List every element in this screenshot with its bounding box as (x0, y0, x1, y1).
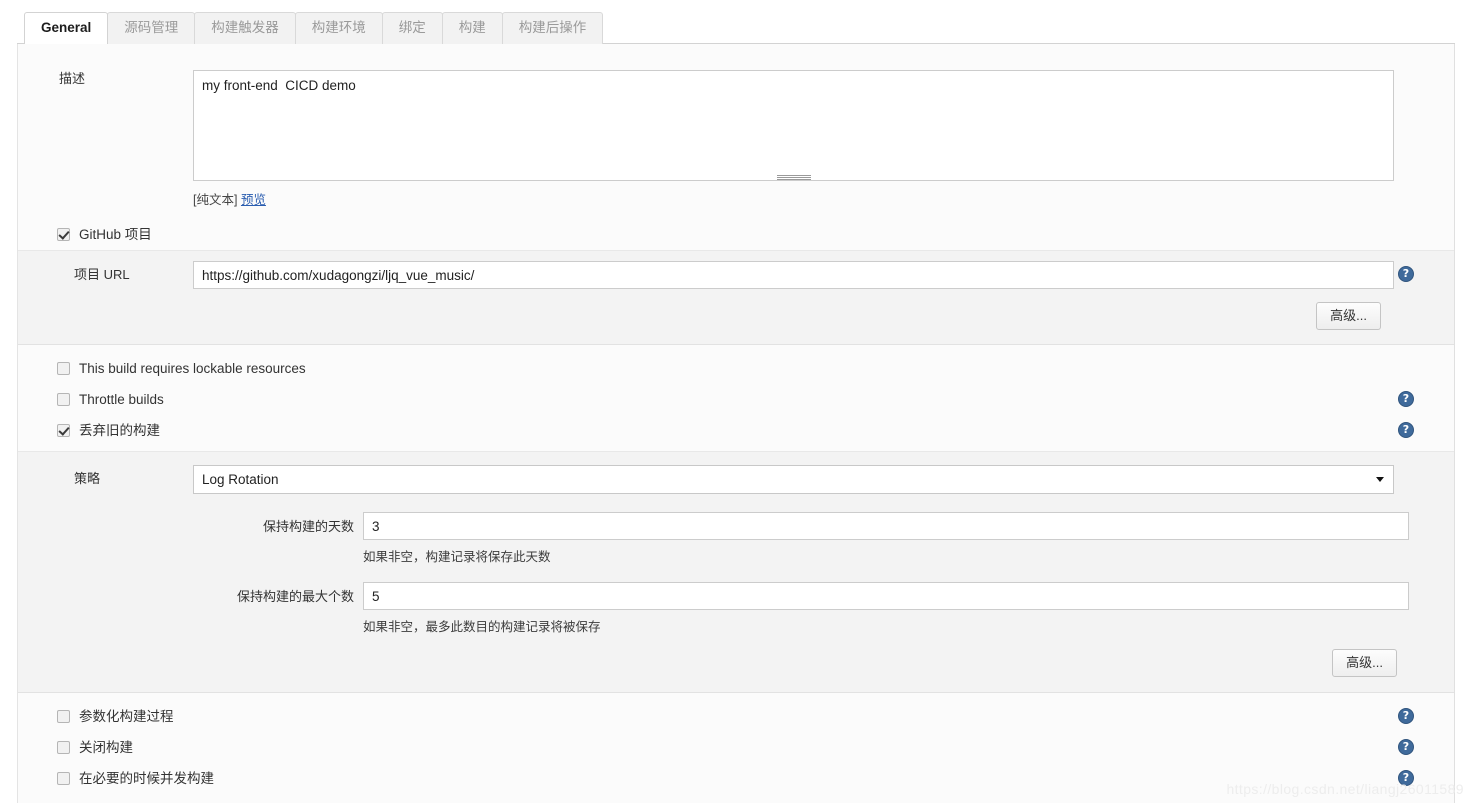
parameterized-build-help-icon[interactable]: ? (1398, 708, 1414, 724)
description-plaintext-row: [纯文本] 预览 (193, 189, 1454, 208)
github-advanced-button[interactable]: 高级... (1316, 302, 1381, 330)
disable-build-help-icon[interactable]: ? (1398, 739, 1414, 755)
throttle-builds-checkbox[interactable] (57, 393, 70, 406)
github-advanced-row: 高级... (18, 302, 1454, 330)
github-project-label: GitHub 项目 (79, 226, 152, 242)
jenkins-job-config-page: General 源码管理 构建触发器 构建环境 绑定 构建 构建后操作 描述 [… (0, 0, 1478, 803)
parameterized-build-row[interactable]: 参数化构建过程 ? (18, 701, 1454, 732)
discard-old-builds-row[interactable]: 丢弃旧的构建 ? (18, 415, 1454, 446)
concurrent-builds-label: 在必要的时候并发构建 (79, 770, 214, 786)
log-rotation-panel: 策略 Log Rotation 保持构建的天数 如果非空，构建记录将保存此天数 … (18, 451, 1454, 693)
config-tabbar: General 源码管理 构建触发器 构建环境 绑定 构建 构建后操作 (17, 8, 1455, 44)
build-options-group: This build requires lockable resources T… (18, 345, 1454, 446)
days-to-keep-hint: 如果非空，构建记录将保存此天数 (363, 550, 551, 564)
strategy-row: 策略 Log Rotation (18, 465, 1454, 494)
max-builds-hint: 如果非空，最多此数目的构建记录将被保存 (363, 620, 601, 634)
project-url-field (193, 261, 1454, 289)
disable-build-row[interactable]: 关闭构建 ? (18, 732, 1454, 763)
disable-build-checkbox[interactable] (57, 741, 70, 754)
parameterized-build-label: 参数化构建过程 (79, 708, 174, 724)
lockable-resources-checkbox[interactable] (57, 362, 70, 375)
log-rotation-advanced-button[interactable]: 高级... (1332, 649, 1397, 677)
description-textarea-wrap (193, 70, 1394, 184)
project-url-row: 项目 URL ? (18, 261, 1454, 289)
discard-old-builds-checkbox[interactable] (57, 424, 70, 437)
config-form: 描述 [纯文本] 预览 GitHub 项目 项目 URL (17, 44, 1455, 803)
strategy-select[interactable]: Log Rotation (193, 465, 1394, 494)
strategy-select-wrap: Log Rotation (193, 465, 1394, 494)
tab-build-triggers[interactable]: 构建触发器 (194, 12, 296, 44)
lockable-resources-row[interactable]: This build requires lockable resources (18, 353, 1454, 384)
github-project-checkbox[interactable] (57, 228, 70, 241)
disable-build-label: 关闭构建 (79, 739, 133, 755)
throttle-builds-label: Throttle builds (79, 391, 164, 407)
parameterized-build-checkbox[interactable] (57, 710, 70, 723)
lockable-resources-label: This build requires lockable resources (79, 360, 306, 376)
tab-scm[interactable]: 源码管理 (107, 12, 196, 44)
tab-post-build-actions[interactable]: 构建后操作 (501, 12, 604, 44)
throttle-builds-row[interactable]: Throttle builds ? (18, 384, 1454, 415)
days-to-keep-row: 保持构建的天数 如果非空，构建记录将保存此天数 (18, 512, 1454, 565)
project-url-help-icon[interactable]: ? (1398, 266, 1414, 282)
concurrent-builds-row[interactable]: 在必要的时候并发构建 ? (18, 763, 1454, 794)
days-to-keep-label: 保持构建的天数 (262, 519, 354, 534)
discard-old-builds-label: 丢弃旧的构建 (79, 422, 160, 438)
tab-list: General 源码管理 构建触发器 构建环境 绑定 构建 构建后操作 (17, 8, 1455, 44)
max-builds-label: 保持构建的最大个数 (236, 589, 354, 604)
days-to-keep-input[interactable] (363, 512, 1409, 540)
bottom-options-group: 参数化构建过程 ? 关闭构建 ? 在必要的时候并发构建 ? (18, 693, 1454, 794)
discard-old-builds-help-icon[interactable]: ? (1398, 422, 1414, 438)
concurrent-builds-help-icon[interactable]: ? (1398, 770, 1414, 786)
concurrent-builds-checkbox[interactable] (57, 772, 70, 785)
throttle-builds-help-icon[interactable]: ? (1398, 391, 1414, 407)
tab-general[interactable]: General (24, 12, 109, 44)
log-rotation-advanced-row: 高级... (18, 649, 1454, 677)
max-builds-row: 保持构建的最大个数 如果非空，最多此数目的构建记录将被保存 (18, 582, 1454, 635)
max-builds-field: 如果非空，最多此数目的构建记录将被保存 (363, 582, 1454, 635)
github-project-row[interactable]: GitHub 项目 (18, 219, 1454, 250)
description-field: [纯文本] 预览 (193, 70, 1454, 208)
description-label: 描述 (59, 71, 86, 86)
project-url-input[interactable] (193, 261, 1394, 289)
project-url-label: 项目 URL (74, 267, 130, 282)
tab-bindings[interactable]: 绑定 (381, 12, 443, 44)
days-to-keep-field: 如果非空，构建记录将保存此天数 (363, 512, 1454, 565)
tab-build-environment[interactable]: 构建环境 (294, 12, 383, 44)
description-row: 描述 [纯文本] 预览 (18, 44, 1454, 208)
github-project-panel: 项目 URL ? 高级... (18, 250, 1454, 345)
preview-link[interactable]: 预览 (241, 193, 266, 207)
strategy-field: Log Rotation (193, 465, 1454, 494)
plaintext-label: [纯文本] (193, 193, 238, 207)
tab-build[interactable]: 构建 (441, 12, 503, 44)
max-builds-input[interactable] (363, 582, 1409, 610)
strategy-label: 策略 (74, 471, 101, 486)
description-textarea[interactable] (193, 70, 1394, 181)
